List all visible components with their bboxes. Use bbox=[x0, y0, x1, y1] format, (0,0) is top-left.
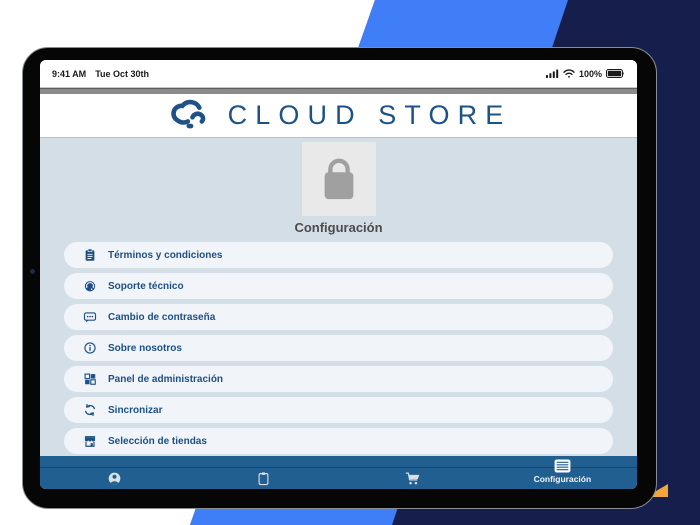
tab-bar: Configuración bbox=[40, 456, 637, 489]
wifi-icon bbox=[563, 69, 575, 78]
menu-item-label: Panel de administración bbox=[108, 373, 224, 385]
menu-item-sync[interactable]: Sincronizar bbox=[64, 397, 613, 423]
menu-item-label: Selección de tiendas bbox=[108, 435, 207, 447]
cloud-logo-icon bbox=[166, 99, 218, 132]
menu-item-about[interactable]: Sobre nosotros bbox=[64, 335, 613, 361]
tablet-frame: 9:41 AM Tue Oct 30th 100% CLOUD STORE Co… bbox=[22, 47, 657, 509]
app-screen: 9:41 AM Tue Oct 30th 100% CLOUD STORE Co… bbox=[40, 60, 637, 489]
menu-item-store-selection[interactable]: Selección de tiendas bbox=[64, 428, 613, 454]
battery-icon bbox=[606, 69, 625, 78]
menu-item-terms[interactable]: Términos y condiciones bbox=[64, 242, 613, 268]
stores-icon bbox=[83, 434, 97, 448]
tab-account[interactable] bbox=[40, 456, 189, 489]
page-title: Configuración bbox=[294, 220, 383, 235]
settings-page: Configuración Términos y condiciones Sop… bbox=[40, 138, 637, 456]
settings-icon bbox=[554, 459, 571, 473]
logo-text: CLOUD STORE bbox=[227, 100, 512, 130]
tab-settings-label: Configuración bbox=[533, 474, 592, 484]
admin-icon bbox=[83, 372, 97, 386]
cart-icon bbox=[405, 471, 421, 486]
settings-menu: Términos y condiciones Soporte técnico C… bbox=[40, 242, 637, 454]
battery-percent: 100% bbox=[578, 68, 602, 79]
menu-item-label: Soporte técnico bbox=[108, 280, 184, 292]
tab-orders[interactable] bbox=[189, 456, 338, 489]
status-date: Tue Oct 30th bbox=[95, 68, 150, 79]
menu-item-label: Sobre nosotros bbox=[108, 342, 182, 354]
status-bar: 9:41 AM Tue Oct 30th 100% bbox=[40, 60, 637, 88]
terms-icon bbox=[83, 248, 97, 262]
menu-item-label: Cambio de contraseña bbox=[108, 311, 216, 323]
menu-item-label: Términos y condiciones bbox=[108, 249, 223, 261]
support-icon bbox=[83, 279, 97, 293]
front-camera bbox=[30, 269, 35, 274]
cellular-signal-icon bbox=[545, 69, 559, 78]
password-icon bbox=[83, 310, 97, 324]
menu-item-password[interactable]: Cambio de contraseña bbox=[64, 304, 613, 330]
account-icon bbox=[107, 471, 122, 486]
menu-item-label: Sincronizar bbox=[108, 404, 163, 416]
app-bag-icon bbox=[301, 142, 376, 216]
tab-settings[interactable]: Configuración bbox=[488, 456, 637, 489]
orders-icon bbox=[257, 471, 270, 486]
status-time: 9:41 AM bbox=[52, 68, 87, 79]
menu-item-support[interactable]: Soporte técnico bbox=[64, 273, 613, 299]
tab-cart[interactable] bbox=[339, 456, 488, 489]
about-icon bbox=[83, 341, 97, 355]
menu-item-admin-panel[interactable]: Panel de administración bbox=[64, 366, 613, 392]
sync-icon bbox=[83, 403, 97, 417]
app-header: CLOUD STORE bbox=[40, 94, 637, 138]
